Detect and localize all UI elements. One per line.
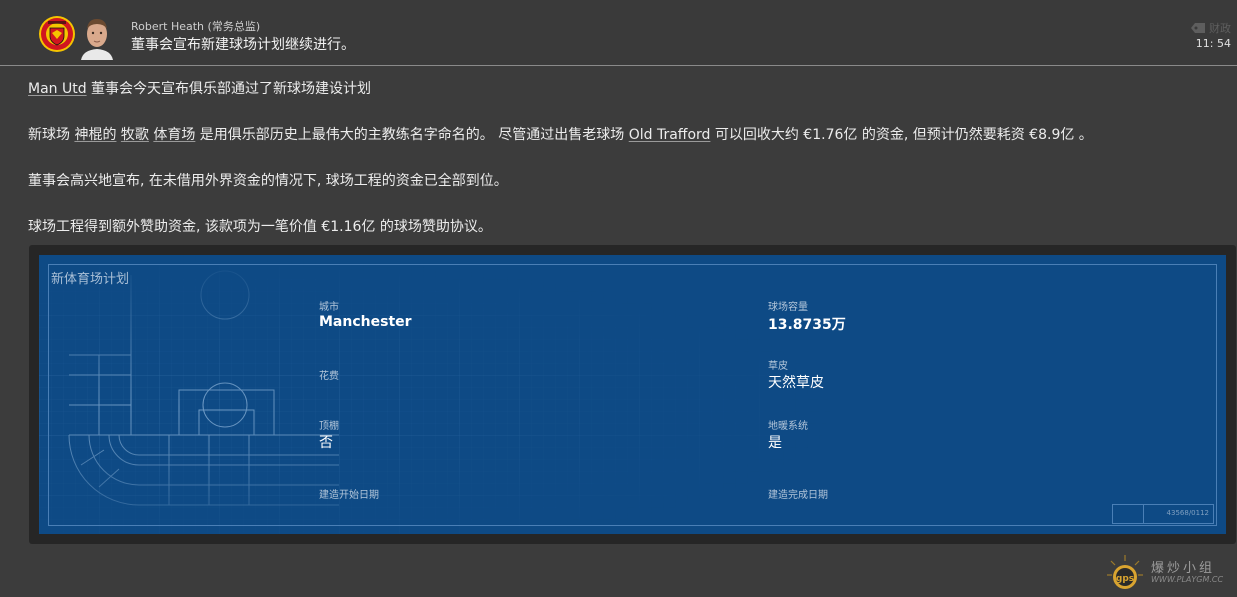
svg-text:gps: gps: [1116, 574, 1134, 584]
stamp-cell: [1113, 505, 1144, 523]
stamp-code: 43568/0112: [1166, 509, 1209, 517]
watermark: gps 爆炒小组 WWW.PLAYGM.CC: [1103, 553, 1237, 593]
sender-role: (常务总监): [207, 20, 261, 33]
club-link[interactable]: Man Utd: [28, 81, 87, 97]
roof-value: 否: [319, 435, 333, 451]
sender-line: Robert Heath (常务总监): [131, 18, 260, 34]
stadium-name-link-2[interactable]: 牧歌: [121, 127, 149, 143]
construction-end-label: 建造完成日期: [768, 490, 828, 501]
heating-value: 是: [768, 435, 782, 451]
paragraph-2-text: 可以回收大约 €1.76亿 的资金, 但预计仍然要耗资 €8.9亿 。: [710, 127, 1093, 143]
stadium-name-link-1[interactable]: 神棍的: [74, 127, 116, 143]
gps-badge-icon: gps: [1107, 555, 1143, 589]
heating-label: 地暖系统: [768, 421, 808, 432]
old-stadium-link[interactable]: Old Trafford: [629, 127, 711, 143]
category-tag-label: 财政: [1209, 22, 1231, 35]
paragraph-4: 球场工程得到额外赞助资金, 该款项为一笔价值 €1.16亿 的球场赞助协议。: [28, 219, 492, 235]
paragraph-2: 新球场 神棍的 牧歌 体育场 是用俱乐部历史上最伟大的主教练名字命名的。 尽管通…: [28, 124, 1093, 144]
message-time: 11: 54: [1195, 37, 1231, 50]
paragraph-3: 董事会高兴地宣布, 在未借用外界资金的情况下, 球场工程的资金已全部到位。: [28, 173, 508, 189]
tag-icon: [1191, 23, 1205, 33]
capacity-label: 球场容量: [768, 302, 808, 313]
category-tag: 财政: [1191, 20, 1231, 36]
paragraph-2-text: 是用俱乐部历史上最伟大的主教练名字命名的。 尽管通过出售老球场: [195, 127, 629, 143]
city-value: Manchester: [319, 314, 412, 330]
watermark-text: 爆炒小组: [1151, 561, 1216, 576]
card-title: 新体育场计划: [51, 272, 130, 287]
stadium-plan-card: 新体育场计划 城市 Manchester 球场容量 13.8735万 花费 草皮…: [39, 255, 1226, 534]
construction-start-label: 建造开始日期: [319, 490, 379, 501]
sender-name[interactable]: Robert Heath: [131, 20, 204, 33]
club-crest-icon[interactable]: [38, 15, 76, 53]
paragraph-1: Man Utd 董事会今天宣布俱乐部通过了新球场建设计划: [28, 78, 371, 98]
blueprint-stamp: 43568/0112: [1112, 504, 1214, 524]
paragraph-2-text: 新球场: [28, 127, 75, 143]
pitch-value: 天然草皮: [768, 375, 824, 391]
paragraph-1-text: 董事会今天宣布俱乐部通过了新球场建设计划: [86, 81, 372, 97]
stadium-name-link-3[interactable]: 体育场: [153, 127, 195, 143]
message-headline: 董事会宣布新建球场计划继续进行。: [131, 37, 355, 53]
cost-label: 花费: [319, 371, 339, 382]
card-inner-border: [48, 264, 1217, 526]
message-header: Robert Heath (常务总监) 董事会宣布新建球场计划继续进行。 财政 …: [0, 0, 1237, 66]
watermark-url: WWW.PLAYGM.CC: [1151, 575, 1224, 584]
roof-label: 顶棚: [319, 421, 339, 432]
pitch-label: 草皮: [768, 361, 788, 372]
sender-avatar[interactable]: [78, 12, 116, 60]
capacity-value: 13.8735万: [768, 317, 846, 333]
city-label: 城市: [319, 302, 339, 313]
